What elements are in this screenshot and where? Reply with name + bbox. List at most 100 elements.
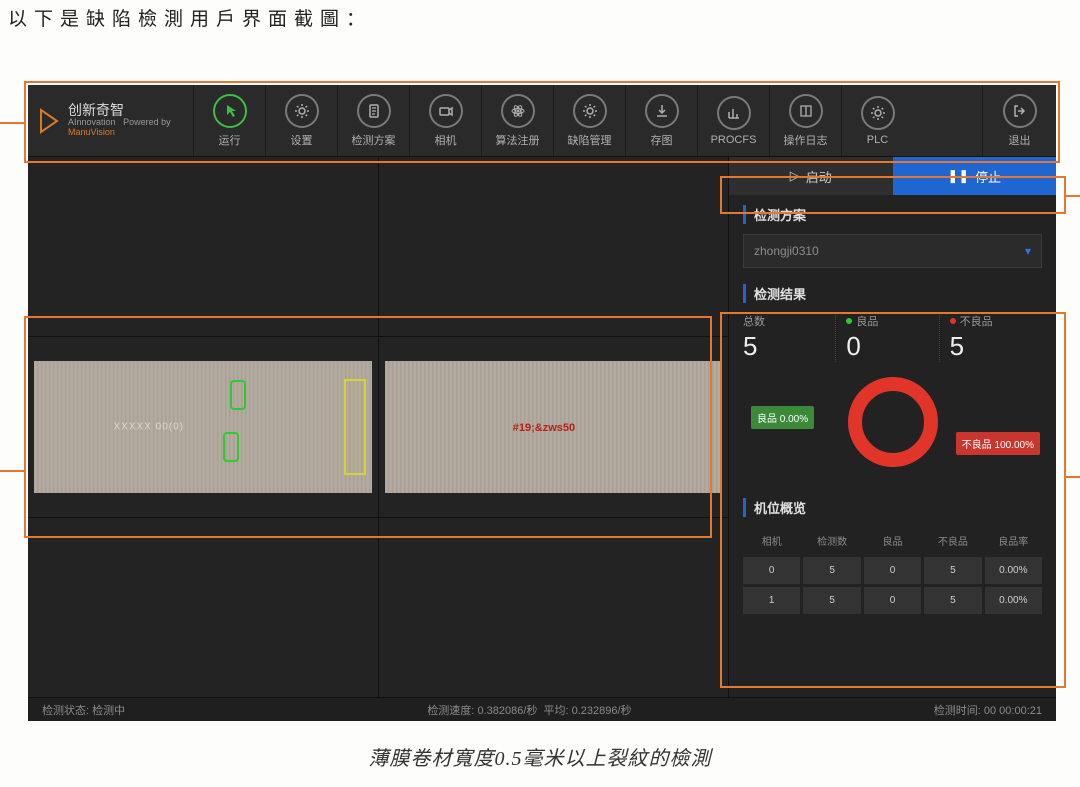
- chevron-down-icon: ▾: [1025, 244, 1031, 258]
- col-header: 不良品: [924, 527, 981, 554]
- toolbar-plc[interactable]: PLC: [841, 85, 913, 156]
- col-header: 检测数: [803, 527, 860, 554]
- col-header: 良品: [864, 527, 921, 554]
- table-cell: 0.00%: [985, 587, 1042, 614]
- dot-ok-icon: [846, 318, 852, 324]
- feed-overlay-label: XXXXX 00(0): [114, 421, 184, 432]
- camera-icon: [429, 94, 463, 128]
- stop-button[interactable]: ❚❚ 停止: [893, 157, 1057, 195]
- document-icon: [357, 94, 391, 128]
- pointer-icon: [213, 94, 247, 128]
- top-toolbar: 创新奇智 AInnovation Powered by ManuVision 运…: [28, 85, 1056, 157]
- overview-section: 机位概览 相机 检测数 良品 不良品 良品率 0 5 0 5 0.00% 1 5…: [729, 488, 1056, 620]
- detection-mark-ng: #19;&zws50: [513, 422, 575, 434]
- overview-header: 机位概览: [743, 498, 1042, 517]
- toolbar-buttons: 运行 设置 检测方案 相机 算法注册 缺陷管理: [193, 85, 1056, 156]
- brand-block: 创新奇智 AInnovation Powered by ManuVision: [28, 85, 193, 156]
- annotation-leader: [1066, 195, 1080, 197]
- toolbar-procfs[interactable]: PROCFS: [697, 85, 769, 156]
- table-cell: 5: [803, 557, 860, 584]
- dot-ng-icon: [950, 318, 956, 324]
- run-bar: ▷ 启动 ❚❚ 停止: [729, 157, 1056, 195]
- atom-icon: [501, 94, 535, 128]
- camera-cell[interactable]: [379, 518, 729, 697]
- col-header: 良品率: [985, 527, 1042, 554]
- camera-cell[interactable]: [28, 157, 378, 336]
- app-window: 创新奇智 AInnovation Powered by ManuVision 运…: [28, 85, 1056, 721]
- plan-header: 检测方案: [743, 205, 1042, 224]
- toolbar-algorithm[interactable]: 算法注册: [481, 85, 553, 156]
- status-label: 检测状态: 检测中: [42, 702, 125, 718]
- doc-caption: 薄膜卷材寬度0.5毫米以上裂紋的檢測: [369, 742, 712, 771]
- result-header: 检测结果: [743, 284, 1042, 303]
- gear-icon: [573, 94, 607, 128]
- right-panel: ▷ 启动 ❚❚ 停止 检测方案 zhongji0310 ▾ 检测结果: [728, 157, 1056, 697]
- camera-grid: XXXXX 00(0) #19;&zws50: [28, 157, 728, 697]
- table-cell: 0: [864, 557, 921, 584]
- result-section: 检测结果 总数 5 良品 0 不良品 5 良品 0: [729, 274, 1056, 488]
- plan-section: 检测方案 zhongji0310 ▾: [729, 195, 1056, 274]
- toolbar-run[interactable]: 运行: [193, 85, 265, 156]
- gear-icon: [285, 94, 319, 128]
- stat-ok: 良品 0: [835, 313, 938, 362]
- toolbar-save-image[interactable]: 存图: [625, 85, 697, 156]
- stat-ng: 不良品 5: [939, 313, 1042, 362]
- table-cell: 5: [803, 587, 860, 614]
- book-icon: [789, 94, 823, 128]
- brand-subtitle: AInnovation Powered by ManuVision: [68, 118, 193, 138]
- download-icon: [645, 94, 679, 128]
- plan-select[interactable]: zhongji0310 ▾: [743, 234, 1042, 268]
- col-header: 相机: [743, 527, 800, 554]
- toolbar-label: PROCFS: [711, 134, 757, 146]
- toolbar-label: 设置: [291, 132, 313, 148]
- toolbar-label: PLC: [867, 134, 888, 146]
- brand-title: 创新奇智: [68, 103, 193, 118]
- speed-label: 检测速度: 0.382086/秒 平均: 0.232896/秒: [427, 702, 631, 718]
- toolbar-exit[interactable]: 退出: [982, 85, 1056, 156]
- camera-cell[interactable]: #19;&zws50: [379, 337, 729, 516]
- table-cell: 5: [924, 557, 981, 584]
- chart-icon: [717, 96, 751, 130]
- camera-cell[interactable]: XXXXX 00(0): [28, 337, 378, 516]
- toolbar-label: 存图: [651, 132, 673, 148]
- doc-heading: 以下是缺陷檢測用戶界面截圖：: [8, 4, 372, 31]
- start-label: 启动: [806, 167, 832, 186]
- status-bar: 检测状态: 检测中 检测速度: 0.382086/秒 平均: 0.232896/…: [28, 697, 1056, 721]
- toolbar-label: 算法注册: [496, 132, 540, 148]
- chip-ng: 不良品 100.00%: [956, 432, 1040, 455]
- toolbar-label: 操作日志: [784, 132, 828, 148]
- toolbar-settings[interactable]: 设置: [265, 85, 337, 156]
- detection-mark-ok: [223, 432, 239, 462]
- pause-icon: ❚❚: [947, 168, 969, 184]
- toolbar-defect-mgmt[interactable]: 缺陷管理: [553, 85, 625, 156]
- toolbar-log[interactable]: 操作日志: [769, 85, 841, 156]
- camera-cell[interactable]: [379, 157, 729, 336]
- camera-feed-left: XXXXX 00(0): [34, 361, 372, 492]
- table-cell: 0: [743, 557, 800, 584]
- chip-ok: 良品 0.00%: [751, 406, 814, 429]
- table-cell: 5: [924, 587, 981, 614]
- stop-label: 停止: [975, 167, 1001, 186]
- toolbar-camera[interactable]: 相机: [409, 85, 481, 156]
- donut-icon: [848, 377, 938, 467]
- camera-cell[interactable]: [28, 518, 378, 697]
- toolbar-label: 检测方案: [352, 132, 396, 148]
- toolbar-label: 运行: [219, 132, 241, 148]
- annotation-leader: [0, 470, 24, 472]
- exit-icon: [1003, 94, 1037, 128]
- toolbar-label: 缺陷管理: [568, 132, 612, 148]
- start-button[interactable]: ▷ 启动: [729, 157, 893, 195]
- toolbar-label: 相机: [435, 132, 457, 148]
- annotation-leader: [1066, 476, 1080, 478]
- brand-logo-icon: [38, 108, 60, 134]
- table-cell: 1: [743, 587, 800, 614]
- play-icon: ▷: [790, 168, 800, 184]
- annotation-leader: [0, 122, 24, 124]
- table-cell: 0: [864, 587, 921, 614]
- toolbar-label: 退出: [1009, 132, 1031, 148]
- table-cell: 0.00%: [985, 557, 1042, 584]
- toolbar-plan[interactable]: 检测方案: [337, 85, 409, 156]
- overview-table: 相机 检测数 良品 不良品 良品率 0 5 0 5 0.00% 1 5 0 5 …: [743, 527, 1042, 614]
- time-label: 检测时间: 00 00:00:21: [934, 702, 1042, 718]
- camera-feed-right: #19;&zws50: [385, 361, 723, 492]
